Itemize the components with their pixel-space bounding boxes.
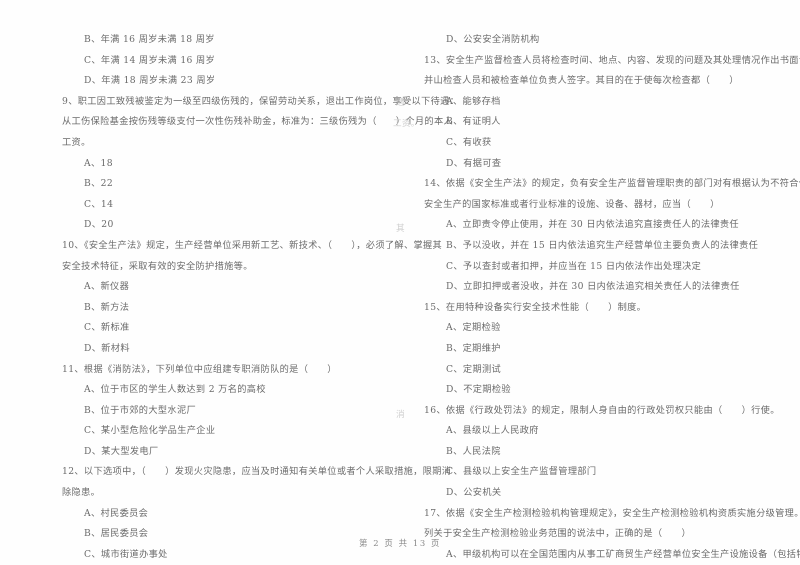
option-line: D、不定期检验 [446,384,511,396]
option-line: A、位于市区的学生人数达到 2 万名的高校 [84,384,266,396]
option-line: B、新方法 [84,301,130,313]
option-line: A、能够存档 [446,95,501,107]
option-line: C、县级以上安全生产监督管理部门 [446,466,597,478]
left-text-column: B、年满 16 周岁未满 18 周岁 C、年满 14 周岁未满 16 周岁 D、… [62,30,460,565]
option-line: A、18 [84,157,113,169]
option-line: A、村民委员会 [84,507,149,519]
question-stem: 14、依据《安全生产法》的规定，负有安全生产监督管理职责的部门对有根据认为不符合… [424,178,800,190]
option-line: D、20 [84,219,114,231]
question-stem-cont: 从工伤保险基金按伤残等级支付一次性伤残补助金，标准为：三级伤残为（ ）个月的本人 [62,116,454,128]
question-stem: 10、《安全生产法》规定，生产经营单位采用新工艺、新技术、（ ），必须了解、掌握… [62,239,443,251]
scanned-page: B、年满 16 周岁未满 18 周岁 C、年满 14 周岁未满 16 周岁 D、… [0,0,800,565]
question-stem-cont: 并山检查人员和被检查单位负责人签字。其目的在于使每次检查都（ ） [424,75,739,87]
question-stem: 15、在用特种设备实行安全技术性能（ ）制度。 [424,301,647,313]
option-line: D、某大型发电厂 [84,445,159,457]
question-stem-cont: 除隐患。 [62,487,101,499]
question-stem: 17、依据《安全生产检测检验机构管理规定》，安全生产检测检验机构资质实施分级管理… [424,507,800,519]
option-line: C、14 [84,198,114,210]
option-line: C、某小型危险化学品生产企业 [84,425,216,437]
option-line: B、予以没收，并在 15 日内依法追究生产经营单位主要负责人的法律责任 [446,239,759,251]
option-line: D、新材料 [84,342,130,354]
option-line: D、公安安全消防机构 [446,34,540,45]
option-line: B、年满 16 周岁未满 18 周岁 [84,34,215,45]
option-line: B、人民法院 [446,445,501,457]
option-line: B、22 [84,178,114,190]
scan-bleed-fragment: 工资。 [393,119,420,129]
option-line: D、公安机关 [446,487,502,499]
question-stem: 12、以下选项中，（ ）发现火灾隐患，应当及时通知有关单位或者个人采取措施，限期… [62,466,452,478]
option-line: D、有据可查 [446,157,502,169]
page-footer: 第 2 页 共 13 页 [359,538,441,548]
option-line: B、位于市郊的大型水泥厂 [84,404,197,416]
scan-bleed-fragment: 消 [396,410,405,420]
option-line: C、年满 14 周岁未满 16 周岁 [84,54,216,66]
question-stem: 9、职工因工致残被鉴定为一级至四级伤残的，保留劳动关系，退出工作岗位，享受以下待… [62,95,460,107]
question-stem: 16、依据《行政处罚法》的规定，限制人身自由的行政处罚权只能由（ ）行使。 [424,404,780,416]
option-line: B、有证明人 [446,116,501,128]
right-text-column: D、公安安全消防机构 13、安全生产监督检查人员将检查时间、地点、内容、发现的问… [424,30,800,565]
question-stem-cont: 工资。 [62,136,91,148]
scan-bleed-fragment: 其 [396,224,405,234]
option-line: A、新仪器 [84,281,130,293]
option-line: A、立即责令停止使用，并在 30 日内依法追究直接责任人的法律责任 [446,219,739,231]
scan-bleed-fragment: 遇 [396,98,405,108]
question-stem: 13、安全生产监督检查人员将检查时间、地点、内容、发现的问题及其处理情况作出书面… [424,54,800,66]
question-stem-cont: 安全技术特征，采取有效的安全防护措施等。 [62,260,253,272]
option-line: C、有收获 [446,136,492,148]
question-stem: 11、根据《消防法》，下列单位中应组建专职消防队的是（ ） [62,363,337,375]
option-line: D、年满 18 周岁未满 23 周岁 [84,75,216,87]
question-stem-cont: 安全生产的国家标准或者行业标准的设施、设备、器材，应当（ ） [424,198,720,210]
option-line: A、县级以上人民政府 [446,425,539,437]
option-line: C、新标准 [84,322,130,334]
option-line: B、定期维护 [446,342,501,354]
option-line: D、立即扣押或者没收，并在 30 日内依法追究相关责任人的法律责任 [446,281,740,293]
option-line: C、予以查封或者扣押，并应当在 15 日内依法作出处理决定 [446,260,702,272]
option-line: C、定期测试 [446,363,502,375]
option-line: A、定期检验 [446,322,501,334]
